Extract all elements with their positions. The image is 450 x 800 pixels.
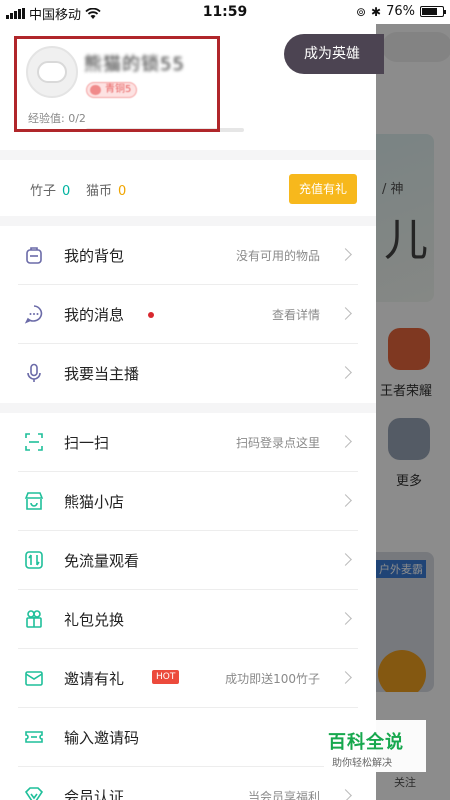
gift-icon (26, 610, 42, 628)
chevron-right-icon (339, 553, 352, 566)
side-drawer: 熊猫的锁55 青铜5 经验值: 0/2 竹子 0 猫币 0 充值有礼 我的背包 没有… (0, 24, 376, 800)
menu-item-label: 熊猫小店 (64, 493, 125, 511)
become-hero-button[interactable]: 成为英雄 (284, 34, 384, 74)
watermark-subtitle: 助你轻松解决 (332, 758, 392, 769)
chevron-right-icon (339, 307, 352, 320)
watermark-title: 百科全说 (328, 732, 404, 753)
menu-item-label: 会员认证 (64, 788, 125, 800)
backpack-icon (26, 247, 42, 264)
menu-item-hint: 当会员享福利 (247, 790, 320, 800)
menu-item-label: 我要当主播 (64, 365, 140, 383)
menu-item-hint: 扫码登录点这里 (235, 436, 320, 450)
shop-icon (24, 492, 44, 510)
menu-item-invite-code[interactable]: 输入邀请码 (18, 708, 358, 767)
menu-item-label: 输入邀请码 (64, 729, 140, 747)
message-icon (24, 305, 43, 324)
lock-rotation-icon: ⊚ (355, 4, 367, 19)
unread-dot (148, 312, 154, 318)
invite-icon (25, 671, 43, 686)
chevron-right-icon (339, 366, 352, 379)
menu-item-data-free[interactable]: 免流量观看 (18, 531, 358, 590)
highlight-annotation-box (14, 36, 220, 132)
chevron-right-icon (339, 435, 352, 448)
data-free-icon (25, 551, 43, 569)
battery-icon (420, 6, 446, 17)
menu-group-account: 我的背包 没有可用的物品 我的消息 查看详情 我要当主播 (0, 226, 376, 403)
menu-item-label: 我的背包 (64, 247, 125, 265)
menu-item-become-streamer[interactable]: 我要当主播 (18, 344, 358, 403)
menu-item-label: 邀请有礼 (64, 670, 125, 688)
ticket-icon (25, 731, 43, 743)
status-bar: 中国移动 11:59 ⊚ ✱ 76% (0, 0, 450, 24)
chevron-right-icon (339, 789, 352, 800)
microphone-icon (27, 363, 41, 382)
bamboo-balance: 竹子 0 (30, 180, 70, 199)
hot-badge: HOT (152, 670, 180, 684)
chevron-right-icon (339, 671, 352, 684)
menu-item-label: 免流量观看 (64, 552, 140, 570)
bamboo-value: 0 (62, 184, 71, 199)
bluetooth-icon: ✱ (371, 4, 382, 19)
chevron-right-icon (339, 494, 352, 507)
menu-item-messages[interactable]: 我的消息 查看详情 (18, 285, 358, 344)
chevron-right-icon (339, 248, 352, 261)
menu-item-label: 我的消息 (64, 306, 125, 324)
menu-item-backpack[interactable]: 我的背包 没有可用的物品 (18, 226, 358, 285)
menu-item-vip-verify[interactable]: 会员认证 当会员享福利 (18, 767, 358, 800)
watermark: 百科全说 助你轻松解决 (324, 720, 426, 772)
bamboo-label: 竹子 (30, 184, 57, 199)
chevron-right-icon (339, 612, 352, 625)
status-right: ⊚ ✱ 76% (355, 4, 446, 19)
menu-group-tools: 扫一扫 扫码登录点这里 熊猫小店 免流量观看 礼包兑换 邀请有礼 HOT 成功即… (0, 413, 376, 800)
wallet-bar: 竹子 0 猫币 0 充值有礼 (0, 160, 376, 216)
catcoin-value: 0 (118, 184, 127, 199)
menu-item-hint: 成功即送100竹子 (225, 672, 320, 686)
menu-item-hint: 查看详情 (271, 308, 320, 322)
menu-item-invite[interactable]: 邀请有礼 HOT 成功即送100竹子 (18, 649, 358, 708)
menu-item-scan[interactable]: 扫一扫 扫码登录点这里 (18, 413, 358, 472)
menu-item-label: 礼包兑换 (64, 611, 125, 629)
scan-icon (25, 433, 43, 451)
menu-item-label: 扫一扫 (64, 434, 110, 452)
vip-icon (24, 787, 44, 800)
battery-percent: 76% (386, 4, 415, 19)
menu-item-hint: 没有可用的物品 (235, 249, 320, 263)
catcoin-label: 猫币 (86, 184, 113, 199)
overlay-scrim[interactable] (376, 24, 450, 800)
recharge-button[interactable]: 充值有礼 (289, 174, 357, 204)
menu-item-gift-redeem[interactable]: 礼包兑换 (18, 590, 358, 649)
catcoin-balance: 猫币 0 (86, 180, 126, 199)
menu-item-panda-shop[interactable]: 熊猫小店 (18, 472, 358, 531)
